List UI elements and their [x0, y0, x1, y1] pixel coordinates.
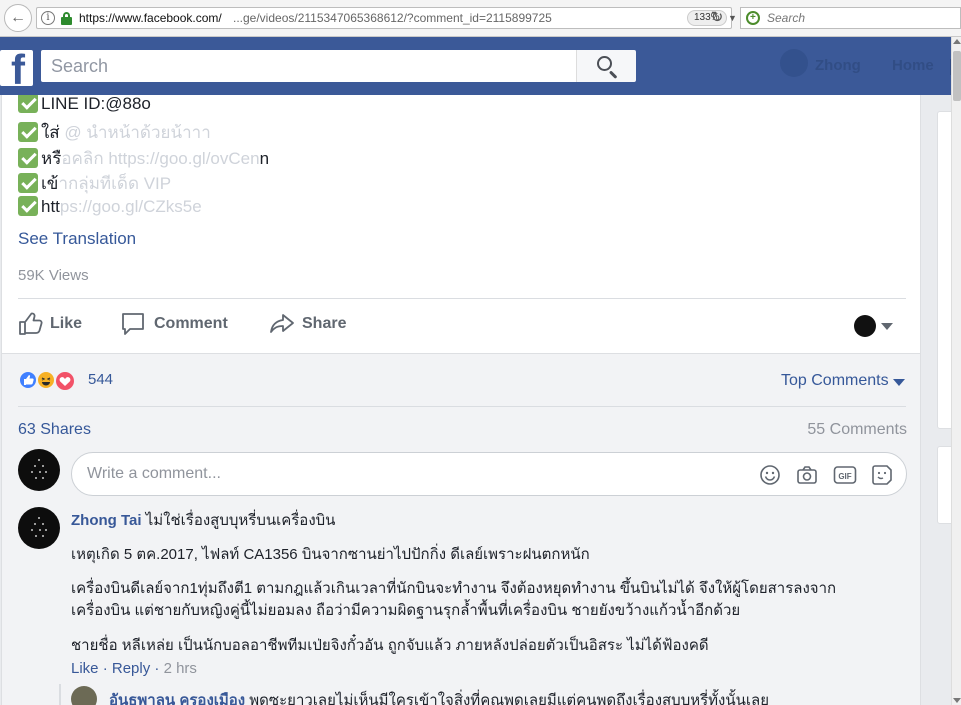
camera-icon[interactable] [796, 464, 818, 486]
lock-icon [61, 12, 72, 25]
post-line-text: htt [41, 197, 60, 216]
like-label: Like [50, 315, 83, 332]
comment-header: Zhong Tai ไม่ใช่เรื่องสูบบุหรี่บนเครื่อง… [71, 508, 335, 532]
url-path: ...ge/videos/2115347065368612/?comment_i… [233, 11, 552, 25]
comment-timestamp[interactable]: 2 hrs [164, 660, 197, 677]
comment-meta: Like · Reply · 2 hrs [71, 660, 197, 677]
reaction-count[interactable]: 544 [88, 371, 113, 388]
gif-icon[interactable]: GIF [833, 464, 857, 486]
comment-bubble-icon [122, 313, 144, 335]
browser-search-box[interactable]: Search [740, 7, 961, 29]
facebook-logo[interactable]: f [0, 50, 33, 86]
emoji-icon[interactable] [759, 464, 781, 486]
view-count: 59K Views [18, 267, 89, 284]
comment-author-name[interactable]: Zhong Tai [71, 512, 142, 529]
comment-input[interactable] [87, 453, 737, 495]
like-reaction-icon [18, 370, 38, 390]
comment-compose-box[interactable]: GIF [71, 452, 907, 496]
post-line-3: หรือคลิก https://goo.gl/ovCenn [18, 145, 270, 168]
facebook-header: f Zhong Home [0, 37, 961, 95]
check-mark-icon [18, 148, 38, 168]
reply-content: อันธพาลน ครองเมือง พูดซะยาวเลยไม่เห็นมีใ… [109, 688, 769, 705]
search-engine-icon [746, 8, 760, 28]
post-line-text: LINE ID:@88 [41, 95, 142, 113]
back-arrow-icon[interactable]: ← [4, 4, 32, 32]
comments-section: 544 Top Comments 63 Shares 55 Comments G… [2, 353, 920, 705]
chevron-down-icon[interactable] [893, 379, 905, 386]
comment-headline: ไม่ใช่เรื่องสูบบุหรี่บนเครื่องบิน [145, 512, 336, 529]
post-line-text: เข้ [41, 174, 59, 193]
reply-author-name[interactable]: อันธพาลน ครองเมือง [109, 692, 245, 705]
post-line-faded[interactable]: ps://goo.gl/CZks5e [60, 197, 202, 216]
top-comments-dropdown[interactable]: Top Comments [781, 372, 889, 390]
check-mark-icon [18, 122, 38, 142]
post-line-text: ใส่ [41, 123, 60, 142]
thumbs-up-icon [19, 312, 43, 335]
post-line-tail: o [141, 95, 151, 113]
post-line-1: LINE ID:@88o [18, 95, 151, 115]
post-line-faded: ากลุ่มทีเด็ด VIP [58, 174, 172, 193]
meta-separator: · [102, 660, 112, 677]
comment-label: Comment [154, 315, 228, 332]
divider [18, 298, 906, 299]
comment-paragraph-2a: เครื่องบินดีเลย์จาก1ทุ่มถึงตี1 ตามกฎแล้ว… [71, 580, 837, 597]
post-line-faded: @ นำหน้าด้วยน้าาา [59, 123, 211, 142]
divider [18, 406, 906, 407]
comment-reply-link[interactable]: Reply [112, 660, 150, 677]
facebook-logo-letter: f [11, 50, 25, 86]
post-line-2: ใส่ @ นำหน้าด้วยน้าาา [18, 119, 211, 142]
share-count[interactable]: 63 Shares [18, 421, 91, 439]
search-icon [597, 56, 612, 71]
reload-icon[interactable]: ↻ [704, 8, 730, 28]
check-mark-icon [18, 95, 38, 113]
facebook-search-input[interactable] [41, 50, 576, 82]
post-line-4: เข้ากลุ่มทีเด็ด VIP [18, 170, 172, 193]
chevron-down-icon[interactable] [881, 323, 893, 330]
share-arrow-icon [270, 314, 294, 333]
video-post-card: LINE ID:@88o ใส่ @ นำหน้าด้วยน้าาา หรือค… [1, 95, 921, 705]
facebook-search[interactable] [41, 50, 576, 82]
info-icon[interactable]: i [41, 11, 55, 25]
page-scrollbar[interactable] [951, 37, 961, 705]
comment-paragraph-1: เหตุเกิด 5 ตค.2017, ไฟลท์ CA1356 บินจากซ… [71, 546, 590, 563]
url-host: https://www.facebook.com/ [79, 11, 222, 25]
share-button[interactable]: Share [269, 311, 359, 337]
post-line-5: https://goo.gl/CZks5e [18, 196, 202, 218]
share-label: Share [302, 315, 347, 332]
comment-count[interactable]: 55 Comments [807, 421, 907, 439]
sticker-icon[interactable] [871, 464, 893, 486]
like-button[interactable]: Like [18, 311, 98, 337]
posting-as-avatar[interactable] [854, 315, 876, 337]
scroll-down-icon[interactable] [953, 698, 961, 703]
love-reaction-icon [54, 370, 76, 392]
scroll-up-icon[interactable] [953, 39, 961, 44]
scrollbar-thumb[interactable] [953, 51, 961, 101]
header-home-link[interactable]: Home [892, 57, 934, 74]
top-comments-label: Top Comments [781, 372, 889, 389]
reply-author-avatar[interactable] [71, 686, 97, 705]
commenter-avatar[interactable] [18, 449, 60, 491]
post-line-text: หรื [41, 149, 62, 168]
comment-paragraph-3: ชายชื่อ หลีเหล่ย เป็นนักบอลอาชีพทีมเป่ยจ… [71, 637, 709, 654]
user-avatar[interactable] [780, 49, 808, 77]
post-line-faded[interactable]: อคลิก https://goo.gl/ovCen [61, 149, 259, 168]
meta-separator: · [154, 660, 164, 677]
check-mark-icon [18, 196, 38, 216]
browser-toolbar: ← i https://www.facebook.com/ ...ge/vide… [0, 0, 961, 37]
comment-button[interactable]: Comment [120, 311, 240, 337]
header-user-name[interactable]: Zhong [815, 57, 861, 74]
browser-search-placeholder: Search [767, 11, 806, 25]
comment-like-link[interactable]: Like [71, 660, 99, 677]
reply-thread-line [59, 684, 61, 705]
check-mark-icon [18, 173, 38, 193]
reply-text: พูดซะยาวเลยไม่เห็นมีใครเข้าใจสิ่งที่คุณพ… [249, 692, 769, 705]
post-line-tail: n [259, 149, 270, 168]
svg-text:GIF: GIF [838, 472, 851, 481]
see-translation-link[interactable]: See Translation [18, 229, 136, 249]
comment-author-avatar[interactable] [18, 507, 60, 549]
haha-reaction-icon [36, 370, 56, 390]
facebook-search-button[interactable] [576, 50, 636, 82]
comment-paragraph-2b: เครื่องบิน แต่ชายกับหญิงคู่นี้ไม่ยอมลง ถ… [71, 602, 741, 619]
address-bar[interactable]: i https://www.facebook.com/ ...ge/videos… [36, 7, 737, 29]
